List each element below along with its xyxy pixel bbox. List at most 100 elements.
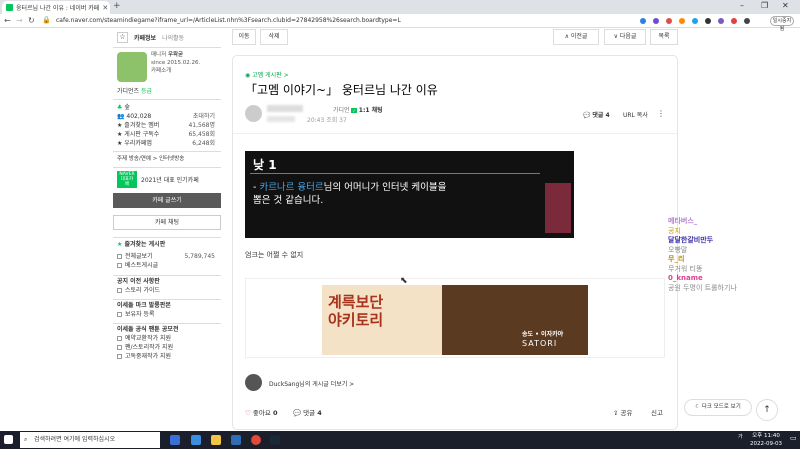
tab-cafe-info[interactable]: 카페정보	[134, 33, 156, 42]
board-item[interactable]: 팬/스토리작가 지원	[117, 343, 221, 352]
cafe-intro-link[interactable]: 카페소개	[151, 67, 200, 75]
search-placeholder: 검색하려면 여기에 입력하십시오	[34, 436, 116, 443]
screenshot-text-1: 님의 어머니가 인터넷 케이블을	[323, 182, 447, 193]
like-label: 좋아요	[252, 409, 271, 417]
task-view-icon[interactable]	[170, 435, 180, 445]
rank-label: 가디언즈	[117, 88, 140, 95]
url-field[interactable]: cafe.naver.com/steamindiegame?iframe_url…	[56, 16, 476, 26]
screenshot-day: 낮 1	[253, 158, 277, 172]
forward-icon[interactable]: →	[16, 16, 23, 25]
profile-button[interactable]: 일시중지됨	[770, 16, 794, 32]
notification-icon[interactable]: ▭	[790, 434, 797, 442]
steam-icon[interactable]	[270, 435, 280, 445]
moon-icon: ☾	[695, 404, 701, 410]
back-icon[interactable]: ←	[4, 16, 11, 25]
like-button[interactable]: ♡ 좋아요 0	[245, 407, 277, 417]
manager-name[interactable]: 우왁굳	[168, 52, 183, 58]
clock-date: 2022-09-03	[750, 441, 782, 447]
extension-icon[interactable]	[692, 18, 698, 24]
invite-link[interactable]: 초대하기	[193, 112, 215, 121]
comment-button[interactable]: 💬 댓글 4	[293, 407, 322, 417]
extension-icon[interactable]	[718, 18, 724, 24]
new-tab-icon[interactable]: +	[113, 1, 121, 11]
search-icon: ⌕	[24, 436, 28, 443]
article-title: 「고멤 이야기~」 웅터르님 나간 이유	[245, 83, 438, 97]
scroll-top-icon[interactable]: ↑	[756, 399, 778, 421]
author-profile-icon[interactable]	[245, 374, 262, 391]
author-avatar[interactable]	[245, 105, 262, 122]
fav-board-item[interactable]: 베스트게시글	[117, 261, 215, 270]
since-date: since 2015.02.26.	[151, 60, 201, 66]
extension-icon[interactable]	[731, 18, 737, 24]
section-title-1: 공지 이전 사항판	[113, 275, 221, 286]
lock-icon: 🔒	[42, 16, 51, 24]
write-post-button[interactable]: 카페 글쓰기	[113, 193, 221, 208]
chat-message: 공원 두명이 트롤하기나	[668, 283, 737, 292]
cafe-stat: ★ 즐겨찾는 멤버 41,568명	[117, 121, 215, 130]
minimize-icon[interactable]: –	[740, 1, 744, 10]
extension-icon[interactable]	[705, 18, 711, 24]
close-window-icon[interactable]: ✕	[782, 1, 789, 10]
windows-start-icon[interactable]	[4, 435, 13, 444]
report-button[interactable]: 신고	[651, 407, 663, 417]
board-link[interactable]: ◉ 고멤 게시판 >	[245, 70, 289, 79]
board-item[interactable]: 보유자 등록	[117, 310, 221, 319]
list-button[interactable]: 목록	[650, 29, 678, 45]
board-label: 전체글보기	[125, 253, 153, 260]
cafe-stat: ★ 우리카페앱 6,248회	[117, 139, 215, 148]
chat-message: 달달한갈비만두	[668, 236, 714, 244]
ad-banner[interactable]: 계륵보단 야키토리 송도 • 이자카야 SATORI	[322, 285, 588, 355]
vscode-icon[interactable]	[231, 435, 241, 445]
author-name-blurred	[267, 105, 303, 112]
post-time: 20:43	[307, 117, 325, 124]
chrome-icon[interactable]	[251, 435, 261, 445]
extension-icon[interactable]	[666, 18, 672, 24]
board-item[interactable]: 고독중재작가 지원	[117, 352, 221, 361]
cafe-tags[interactable]: 주제 방송/연예 > 인터넷방송	[113, 155, 221, 164]
clock[interactable]: 오후 11:40 2022-09-03	[750, 432, 782, 448]
chat-message: 무거워 티똥	[668, 264, 703, 273]
board-item[interactable]: 스토리 가이드	[117, 286, 221, 295]
extension-icon[interactable]	[679, 18, 685, 24]
game-screenshot: 낮 1 - 카르나르 융터르님의 어머니가 인터넷 케이블을 뽑은 것 같습니다…	[245, 151, 574, 238]
fav-boards-title: 즐겨찾는 게시판	[124, 241, 166, 248]
file-explorer-icon[interactable]	[211, 435, 221, 445]
cafe-chat-button[interactable]: 카페 채팅	[113, 215, 221, 230]
cursor-icon: ⬉	[400, 276, 408, 286]
extension-icon[interactable]	[744, 18, 750, 24]
next-post-button[interactable]: ∨ 다음글	[604, 29, 646, 45]
board-count: 5,789,745	[184, 253, 215, 260]
board-label: 베스트게시글	[125, 262, 159, 269]
board-label: 예약교환작가 지원	[125, 335, 172, 342]
extension-icon[interactable]	[653, 18, 659, 24]
ad-brand-2: SATORI	[522, 339, 558, 348]
share-icon: ⇪	[613, 409, 619, 417]
taskbar-search-box[interactable]: ⌕ 검색하려면 여기에 입력하십시오	[20, 432, 160, 448]
view-count: 조회 37	[326, 117, 347, 124]
delete-button[interactable]: 삭제	[260, 29, 288, 45]
browser-tab[interactable]: 웅터르님 나간 이유 : 네이버 카페 ✕	[2, 1, 110, 14]
url-copy-button[interactable]: URL 복사	[623, 110, 648, 119]
star-icon[interactable]: ☆	[117, 32, 128, 43]
member-count: 402,028	[126, 113, 152, 120]
chat-link[interactable]: 1:1 채팅	[359, 107, 383, 114]
extension-icon[interactable]	[640, 18, 646, 24]
prev-post-button[interactable]: ∧ 이전글	[553, 29, 599, 45]
board-item[interactable]: 예약교환작가 지원	[117, 334, 221, 343]
comment-count-link[interactable]: 댓글 4	[592, 112, 609, 119]
rank-value[interactable]: 등급	[141, 88, 152, 95]
edge-icon[interactable]	[191, 435, 201, 445]
maximize-icon[interactable]: ❐	[761, 1, 768, 10]
share-button[interactable]: ⇪ 공유	[613, 407, 633, 417]
dark-mode-button[interactable]: ☾ 다크 모드로 보기	[684, 399, 752, 416]
reload-icon[interactable]: ↻	[28, 16, 35, 25]
author-more-posts-link[interactable]: DuckSang님의 게시글 더보기 >	[269, 379, 354, 388]
cafe-stat: ★ 게시판 구독수 65,458회	[117, 130, 215, 139]
board-icon	[117, 312, 122, 317]
close-tab-icon[interactable]: ✕	[102, 4, 108, 12]
ime-lang[interactable]: 가	[738, 433, 743, 440]
fav-board-item[interactable]: 전체글보기 5,789,745	[117, 252, 215, 261]
more-options-icon[interactable]: ⋮	[657, 109, 665, 118]
tab-my-activity[interactable]: 나의활동	[162, 33, 184, 42]
move-button[interactable]: 이동	[232, 29, 256, 45]
